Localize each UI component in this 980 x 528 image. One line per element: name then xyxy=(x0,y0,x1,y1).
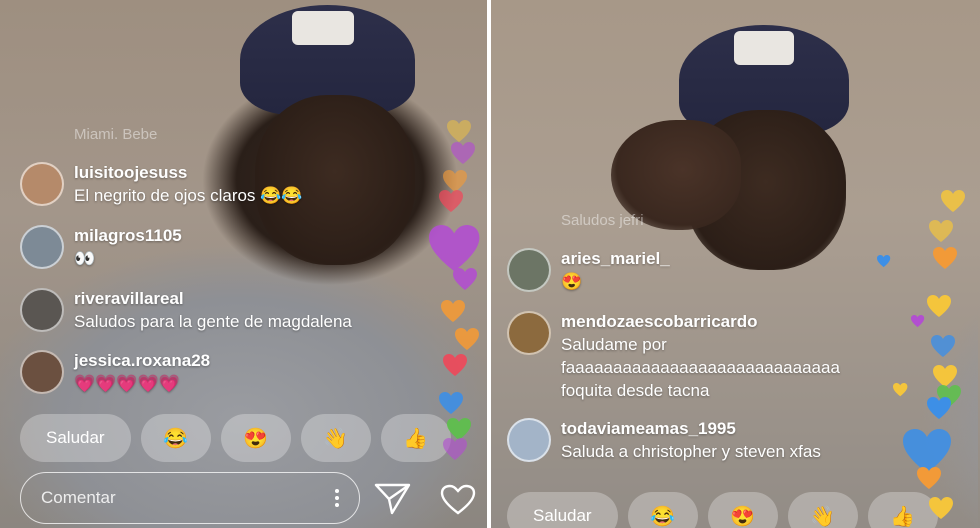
comment-text: 😍 xyxy=(561,272,583,291)
avatar[interactable] xyxy=(20,350,64,394)
comment-username[interactable]: riveravillareal xyxy=(74,288,352,310)
quick-reply-row: Saludar 😂 😍 👋 👍 xyxy=(20,414,451,462)
quick-reply-wave[interactable]: 👋 xyxy=(787,492,858,528)
quick-reply-heart-eyes[interactable]: 😍 xyxy=(220,414,291,462)
quick-reply-greet[interactable]: Saludar xyxy=(507,492,618,528)
comment-text-line: faaaaaaaaaaaaaaaaaaaaaaaaaaaaa xyxy=(561,358,840,377)
floating-hearts xyxy=(877,190,965,519)
live-video-left: Miami. Bebe luisitoojesuss El negrito de… xyxy=(0,0,487,528)
floating-hearts xyxy=(429,120,480,460)
comment-text: 💗💗💗💗💗 xyxy=(74,374,180,393)
comment-text-line: Saludame por xyxy=(561,335,667,354)
comment-item: milagros1105 👀 xyxy=(20,225,182,270)
avatar[interactable] xyxy=(507,311,551,355)
avatar[interactable] xyxy=(20,288,64,332)
quick-reply-wave[interactable]: 👋 xyxy=(300,414,371,462)
comment-item: todaviameamas_1995 Saluda a christopher … xyxy=(507,418,821,463)
avatar[interactable] xyxy=(507,418,551,462)
comment-item: mendozaescobarricardo Saludame por faaaa… xyxy=(507,311,840,402)
quick-reply-laugh[interactable]: 😂 xyxy=(140,414,211,462)
comment-username[interactable]: jessica.roxana28 xyxy=(74,350,210,372)
comment-username[interactable]: mendozaescobarricardo xyxy=(561,311,840,333)
comment-text: 👀 xyxy=(74,249,96,268)
comment-username[interactable]: todaviameamas_1995 xyxy=(561,418,821,440)
comment-item: luisitoojesuss El negrito de ojos claros… xyxy=(20,162,303,207)
heart-outline-icon[interactable] xyxy=(440,484,476,516)
avatar[interactable] xyxy=(20,162,64,206)
comment-text-line: foquita desde tacna xyxy=(561,381,710,400)
comment-username[interactable]: luisitoojesuss xyxy=(74,162,303,184)
faded-comment: Miami. Bebe xyxy=(74,126,158,143)
comment-item: riveravillareal Saludos para la gente de… xyxy=(20,288,352,333)
comment-text: Saludos para la gente de magdalena xyxy=(74,312,352,331)
avatar[interactable] xyxy=(20,225,64,269)
more-vertical-icon[interactable] xyxy=(335,489,339,507)
comment-text: Saluda a christopher y steven xfas xyxy=(561,442,821,461)
comment-item: jessica.roxana28 💗💗💗💗💗 xyxy=(20,350,210,395)
faded-comment: Saludos jefri xyxy=(561,212,644,229)
comment-username[interactable]: aries_mariel_ xyxy=(561,248,670,270)
quick-reply-heart-eyes[interactable]: 😍 xyxy=(707,492,778,528)
comment-placeholder: Comentar xyxy=(41,488,116,507)
live-video-right: Saludos jefri aries_mariel_ 😍 mendozaesc… xyxy=(491,0,980,528)
avatar[interactable] xyxy=(507,248,551,292)
send-icon[interactable] xyxy=(374,482,412,516)
comment-username[interactable]: milagros1105 xyxy=(74,225,182,247)
comment-item: aries_mariel_ 😍 xyxy=(507,248,670,293)
quick-reply-laugh[interactable]: 😂 xyxy=(627,492,698,528)
comment-text: El negrito de ojos claros 😂😂 xyxy=(74,186,303,205)
quick-reply-greet[interactable]: Saludar xyxy=(20,414,131,462)
comment-input[interactable]: Comentar xyxy=(20,472,360,524)
